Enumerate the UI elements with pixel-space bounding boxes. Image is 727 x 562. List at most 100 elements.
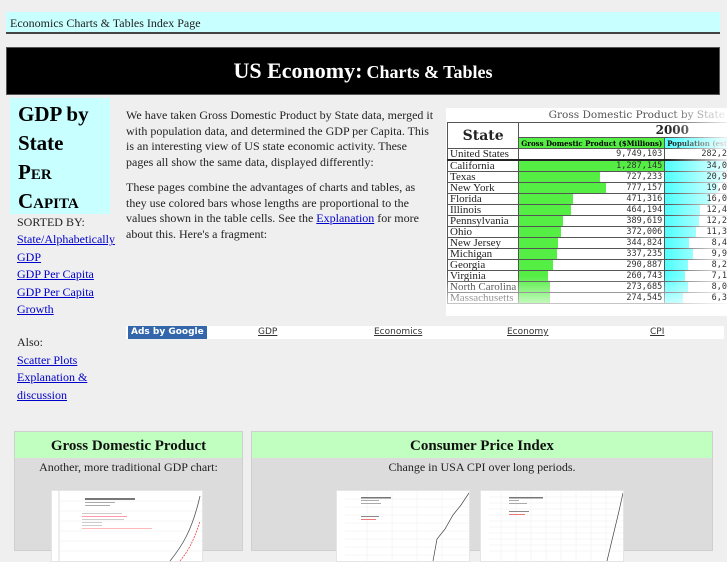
- population-value-bar: [665, 216, 699, 226]
- population-column-header: Population (estimated): [665, 138, 727, 149]
- table-row: Michigan337,2359,956,689: [448, 249, 727, 260]
- gdp-table: State 2000 Gross Domestic Product ($Mill…: [447, 122, 727, 304]
- population-value-bar: [665, 249, 692, 259]
- gdp-value-text: 290,887: [626, 260, 662, 270]
- population-value-bar: [665, 194, 709, 204]
- ad-link-gdp[interactable]: GDP: [258, 326, 277, 339]
- sort-link-alphabetical[interactable]: State/Alphabetically: [17, 232, 115, 246]
- population-value-text: 8,434,216: [712, 238, 727, 248]
- gdp-value-cell: 464,194: [519, 205, 665, 216]
- scatter-plots-link[interactable]: Scatter Plots: [17, 353, 77, 367]
- sorted-by-label: SORTED BY:: [17, 214, 127, 231]
- gdp-value-bar: [519, 238, 558, 248]
- ad-link-economy[interactable]: Economy: [507, 326, 548, 339]
- population-value-bar: [665, 205, 700, 215]
- gdp-value-bar: [519, 282, 549, 292]
- state-name-cell: Virginia: [448, 271, 519, 282]
- gdp-value-text: 260,743: [626, 271, 662, 281]
- population-value-bar: [665, 260, 688, 270]
- gdp-value-cell: 9,749,103: [519, 149, 665, 161]
- banner-subtitle: Charts & Tables: [366, 62, 492, 82]
- gdp-chart-thumbnail[interactable]: [51, 490, 203, 562]
- population-value-cell: 34,008,499: [665, 160, 727, 172]
- gdp-value-text: 273,685: [626, 282, 662, 292]
- population-value-cell: 9,956,689: [665, 249, 727, 260]
- table-row: New Jersey 344,824 8,434,216: [448, 238, 727, 249]
- population-value-text: 12,440,970: [706, 205, 727, 215]
- gdp-value-text: 9,749,103: [616, 149, 662, 159]
- intro-paragraph-1: We have taken Gross Domestic Product by …: [126, 108, 436, 170]
- sort-link-gdp-per-capita-growth[interactable]: GDP Per Capita Growth: [17, 285, 94, 316]
- table-row: Ohio 372,006 11,364,401: [448, 227, 727, 238]
- sort-link-gdp-per-capita[interactable]: GDP Per Capita: [17, 267, 94, 281]
- cpi-chart-thumbnail-2[interactable]: [480, 490, 624, 562]
- population-value-cell: 7,104,587: [665, 271, 727, 282]
- gdp-value-bar: [519, 260, 552, 270]
- population-value-bar: [665, 293, 683, 303]
- table-row: Florida471,31616,050,166: [448, 194, 727, 205]
- sort-link-gdp[interactable]: GDP: [17, 250, 41, 264]
- table-row: Massachusetts274,545 6,360,510: [448, 293, 727, 304]
- gdp-value-cell: 1,287,145: [519, 160, 665, 172]
- table-row: California1,287,145 34,008,499: [448, 160, 727, 172]
- gdp-value-bar: [519, 227, 561, 237]
- gdp-value-text: 389,619: [626, 216, 662, 226]
- population-value-cell: 8,230,550: [665, 260, 727, 271]
- explanation-discussion-link[interactable]: Explanation & discussion: [17, 370, 87, 401]
- population-value-cell: 19,000,135: [665, 183, 727, 194]
- gdp-value-bar: [519, 205, 571, 215]
- cpi-chart-thumbnail-1[interactable]: [336, 490, 470, 562]
- gdp-value-bar: [519, 183, 606, 193]
- population-value-bar: [665, 271, 685, 281]
- title-line-2: State: [18, 129, 110, 158]
- population-value-text: 19,000,135: [706, 183, 727, 193]
- explanation-link[interactable]: Explanation: [316, 211, 374, 225]
- gdp-value-bar: [519, 249, 557, 259]
- population-value-text: 34,008,499: [706, 161, 727, 171]
- ads-by-google-label[interactable]: Ads by Google: [128, 326, 207, 339]
- gdp-value-cell: 274,545: [519, 293, 665, 304]
- gdp-value-cell: 337,235: [519, 249, 665, 260]
- gdp-value-cell: 777,157: [519, 183, 665, 194]
- ad-link-cpi[interactable]: CPI: [650, 326, 664, 339]
- state-name-cell: Ohio: [448, 227, 519, 238]
- population-value-text: 16,050,166: [706, 194, 727, 204]
- population-value-text: 11,364,401: [706, 227, 727, 237]
- state-name-cell: Massachusetts: [448, 293, 519, 304]
- population-value-text: 8,078,808: [712, 282, 727, 292]
- population-value-text: 6,360,510: [712, 293, 727, 303]
- state-name-cell: New Jersey: [448, 238, 519, 249]
- gdp-value-cell: 372,006: [519, 227, 665, 238]
- banner-title: US Economy:: [234, 58, 363, 83]
- population-value-bar: [665, 227, 696, 237]
- state-name-cell: Georgia: [448, 260, 519, 271]
- cpi-chart-card: Consumer Price Index Change in USA CPI o…: [251, 431, 713, 551]
- gdp-value-cell: 260,743: [519, 271, 665, 282]
- state-header: State: [448, 123, 519, 149]
- table-row: United States9,749,103282,216,952: [448, 149, 727, 161]
- cpi-card-title: Consumer Price Index: [252, 432, 712, 458]
- gdp-card-title: Gross Domestic Product: [15, 432, 242, 458]
- title-line-4: Capita: [18, 187, 110, 216]
- population-value-cell: 8,434,216: [665, 238, 727, 249]
- sidebar: SORTED BY: State/Alphabetically GDP GDP …: [17, 214, 127, 404]
- population-value-cell: 20,951,848: [665, 172, 727, 183]
- population-value-text: 8,230,550: [712, 260, 727, 270]
- gdp-value-cell: 290,887: [519, 260, 665, 271]
- population-value-text: 20,951,848: [706, 172, 727, 182]
- gdp-value-bar: [519, 271, 548, 281]
- ad-link-economics[interactable]: Economics: [374, 326, 422, 339]
- gdp-value-cell: 727,233: [519, 172, 665, 183]
- intro-text: We have taken Gross Domestic Product by …: [126, 108, 436, 252]
- gdp-value-bar: [519, 216, 562, 226]
- title-line-3: Per: [18, 158, 110, 187]
- gdp-value-text: 344,824: [626, 238, 662, 248]
- population-value-cell: 16,050,166: [665, 194, 727, 205]
- gdp-value-text: 337,235: [626, 249, 662, 259]
- gdp-value-text: 372,006: [626, 227, 662, 237]
- state-name-cell: California: [448, 160, 519, 172]
- gdp-value-cell: 344,824: [519, 238, 665, 249]
- state-name-cell: Pennsylvania: [448, 216, 519, 227]
- table-row: Virginia 260,7437,104,587: [448, 271, 727, 282]
- table-row: New York777,15719,000,135: [448, 183, 727, 194]
